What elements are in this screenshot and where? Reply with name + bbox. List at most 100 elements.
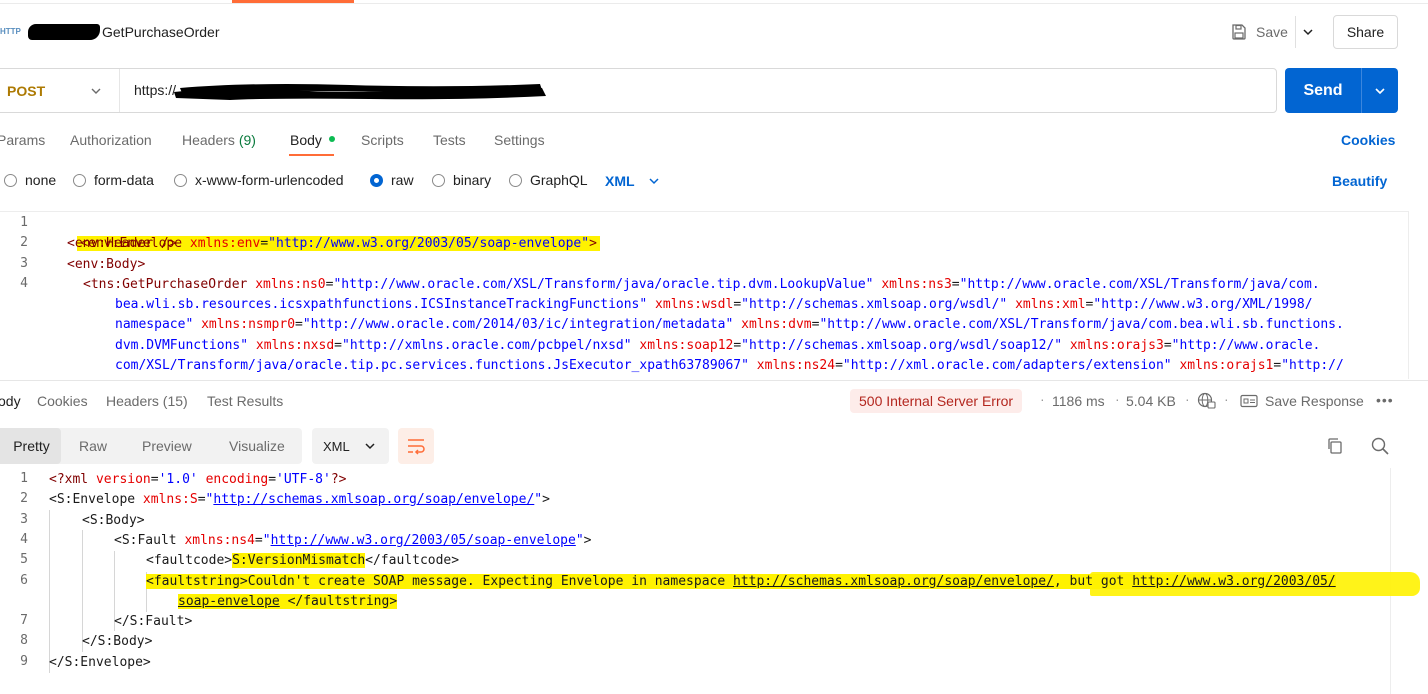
tab-headers[interactable]: Headers (9) [182, 132, 256, 148]
tab-params[interactable]: Params [0, 132, 45, 148]
code-token: encoding [205, 472, 269, 487]
code-token: <tns:GetPurchaseOrder [83, 277, 256, 292]
chevron-down-icon [1303, 29, 1313, 36]
code-token: = [835, 357, 843, 373]
view-pretty-label: Pretty [13, 438, 50, 454]
resp-tab-test-results[interactable]: Test Results [207, 393, 283, 409]
code-token[interactable]: soap-envelope [178, 593, 280, 609]
save-button[interactable]: Save [1230, 22, 1288, 42]
code-line-4: <tns:GetPurchaseOrder xmlns:ns0="http://… [83, 275, 1320, 295]
line-number: 3 [20, 511, 28, 527]
request-editor[interactable]: 1 2 3 4 <env:Envelope xmlns:env="http://… [0, 211, 1408, 379]
radio-form-data-label: form-data [94, 172, 154, 188]
code-token: com/XSL/Transform/java/oracle.tip.pc.ser… [115, 357, 749, 373]
line-number: 2 [20, 491, 28, 507]
radio-form-data[interactable]: form-data [73, 172, 154, 188]
radio-none[interactable]: none [4, 172, 56, 188]
code-line-2: <env:Header /> [67, 236, 177, 251]
code-token[interactable]: http://schemas.xmlsoap.org/soap/envelope… [213, 492, 534, 507]
resp-tab-headers[interactable]: Headers (15) [106, 393, 188, 409]
response-time[interactable]: 1186 ms [1052, 393, 1105, 409]
response-code-line: <S:Body> [82, 511, 145, 531]
response-code-line: <faultcode>S:VersionMismatch</faultcode> [146, 551, 459, 571]
radio-none-label: none [25, 172, 57, 188]
response-code-line: </S:Envelope> [49, 653, 151, 673]
status-badge[interactable]: 500 Internal Server Error [850, 389, 1023, 413]
tab-body-underline [289, 154, 334, 156]
code-token: S:VersionMismatch [232, 553, 366, 569]
code-token[interactable]: http://www.w3.org/2003/05/ [1132, 573, 1336, 589]
radio-raw[interactable]: raw [370, 172, 414, 188]
radio-raw-label: raw [391, 172, 414, 188]
tab-settings[interactable]: Settings [494, 132, 545, 148]
code-token: "http://www.w3.org/XML/1998/ [1093, 297, 1313, 312]
chevron-down-icon[interactable] [1372, 83, 1388, 99]
code-token: xmlns:ns24 [756, 357, 836, 373]
status-text: 500 Internal Server Error [859, 393, 1014, 409]
line-number: 4 [20, 276, 28, 291]
code-token: "http://www.oracle.com/XSL/Transform/jav… [819, 317, 1344, 333]
share-button[interactable]: Share [1333, 15, 1398, 49]
tab-authorization[interactable]: Authorization [70, 132, 152, 148]
send-button[interactable]: Send [1285, 68, 1398, 113]
save-options-button[interactable] [1300, 22, 1320, 42]
copy-icon[interactable] [1326, 437, 1344, 455]
body-format-select[interactable]: XML [605, 173, 661, 189]
radio-circle [73, 173, 86, 187]
response-size[interactable]: 5.04 KB [1126, 393, 1176, 409]
code-token: <faultcode> [146, 553, 233, 569]
code-token: "http://www.oracle. [1171, 337, 1321, 353]
tab-scripts[interactable]: Scripts [361, 132, 404, 148]
dot-sep: · [1040, 391, 1045, 407]
tab-body[interactable]: Body [290, 132, 335, 148]
code-token: = [733, 337, 742, 353]
line-number: 6 [20, 572, 28, 588]
save-divider [1295, 16, 1296, 48]
code-token: ?> [330, 472, 347, 487]
code-token: > [583, 532, 592, 548]
radio-circle [174, 173, 187, 187]
request-title[interactable]: GetPurchaseOrder [102, 24, 220, 40]
view-pretty[interactable]: Pretty [0, 428, 61, 464]
view-raw[interactable]: Raw [79, 438, 107, 454]
save-response-button[interactable]: Save Response [1240, 393, 1364, 409]
code-token: = [334, 337, 342, 353]
code-token: "http:// [1281, 357, 1344, 373]
pane-divider[interactable] [0, 380, 1428, 381]
tab-tests[interactable]: Tests [433, 132, 466, 148]
code-token: </S:Envelope> [49, 654, 151, 670]
resp-tab-body[interactable]: ody [0, 393, 21, 409]
more-options-icon[interactable]: ••• [1376, 392, 1394, 408]
code-token[interactable]: http://schemas.xmlsoap.org/soap/envelope… [733, 573, 1054, 589]
request-editor-scrollbar[interactable] [1408, 211, 1414, 379]
code-token: 'UTF-8' [276, 472, 331, 487]
view-preview[interactable]: Preview [142, 438, 192, 454]
radio-binary[interactable]: binary [432, 172, 491, 188]
radio-graphql[interactable]: GraphQL [509, 172, 588, 188]
response-editor[interactable]: 1 <?xml version='1.0' encoding='UTF-8'?> 2… [0, 468, 1390, 694]
response-code-line: </S:Fault> [114, 612, 192, 632]
response-format-select[interactable]: XML [312, 428, 389, 464]
code-token: "http://schemas.xmlsoap.org/wsdl/" [741, 297, 1008, 312]
code-token: dvm.DVMFunctions" [115, 337, 249, 353]
view-visualize[interactable]: Visualize [229, 438, 285, 454]
code-token: namespace" [115, 317, 194, 333]
cookies-link[interactable]: Cookies [1341, 132, 1395, 148]
line-number: 7 [20, 613, 28, 629]
code-token[interactable]: http://www.w3.org/2003/05/soap-envelope [271, 533, 576, 548]
network-globe-icon[interactable] [1197, 392, 1217, 410]
code-token: <faultstring>Couldn't create SOAP messag… [146, 573, 733, 589]
code-token: > [542, 492, 550, 508]
beautify-link[interactable]: Beautify [1332, 173, 1387, 189]
radio-circle [4, 173, 17, 187]
method-select[interactable]: POST [7, 81, 107, 101]
code-token: <S:Body> [82, 512, 145, 528]
response-code-line: <S:Envelope xmlns:S= "http://schemas.xmls… [49, 490, 550, 510]
code-token: = [150, 472, 159, 487]
radio-urlencoded[interactable]: x-www-form-urlencoded [174, 172, 344, 188]
send-divider [1361, 68, 1362, 113]
wrap-lines-button[interactable] [398, 428, 434, 464]
resp-tab-cookies[interactable]: Cookies [37, 393, 88, 409]
search-icon[interactable] [1370, 436, 1390, 456]
